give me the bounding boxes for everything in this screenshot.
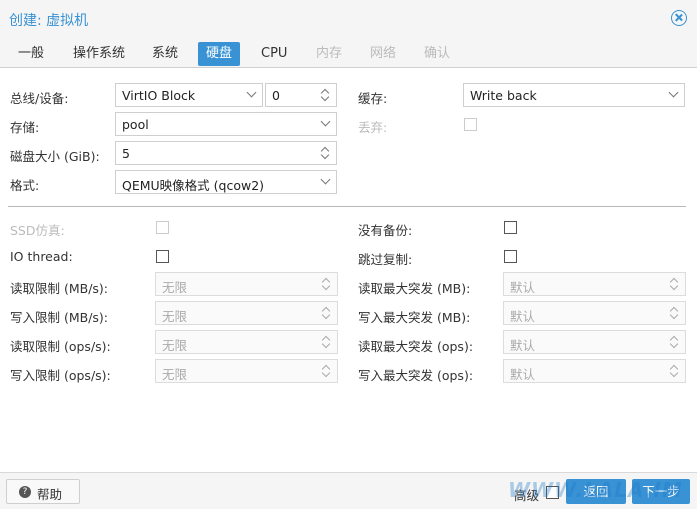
spinner-icon[interactable]: [320, 333, 332, 351]
write-burst-ops-value: 默认: [510, 367, 536, 382]
read-limit-mbs-label: 读取限制 (MB/s):: [10, 281, 109, 296]
read-limit-mbs-input[interactable]: 无限: [155, 272, 338, 296]
read-burst-ops-label: 读取最大突发 (ops):: [358, 339, 474, 354]
skip-replication-checkbox[interactable]: [504, 250, 517, 263]
disk-size-label: 磁盘大小 (GiB):: [10, 149, 100, 164]
advanced-label: 高级: [514, 488, 540, 503]
read-limit-ops-value: 无限: [162, 338, 188, 353]
write-burst-ops-label: 写入最大突发 (ops):: [358, 368, 474, 383]
write-burst-ops-input[interactable]: 默认: [503, 359, 686, 383]
skip-replication-label: 跳过复制:: [358, 252, 413, 267]
chevron-down-icon: [246, 87, 257, 98]
chevron-down-icon: [668, 87, 679, 98]
tab-cpu[interactable]: CPU: [253, 42, 295, 66]
no-backup-checkbox[interactable]: [504, 221, 517, 234]
chevron-down-icon: [320, 116, 331, 127]
help-button-label: 帮助: [37, 487, 63, 502]
disk-size-stepper[interactable]: 5: [115, 141, 337, 165]
back-button[interactable]: 返回: [566, 479, 626, 504]
bus-device-label: 总线/设备:: [10, 91, 69, 106]
format-select-value: QEMU映像格式 (qcow2): [122, 178, 265, 193]
close-icon[interactable]: [671, 10, 687, 26]
write-limit-ops-label: 写入限制 (ops/s):: [10, 368, 111, 383]
spinner-icon[interactable]: [668, 275, 680, 293]
cache-select-value: Write back: [470, 88, 537, 103]
storage-label: 存储:: [10, 120, 40, 135]
write-limit-ops-input[interactable]: 无限: [155, 359, 338, 383]
spinner-icon[interactable]: [320, 304, 332, 322]
discard-label: 丢弃:: [358, 120, 388, 135]
spinner-icon[interactable]: [320, 275, 332, 293]
tab-memory: 内存: [316, 46, 343, 61]
tab-general[interactable]: 一般: [10, 42, 52, 66]
ssd-emulation-label: SSD仿真:: [10, 223, 65, 238]
read-burst-mb-input[interactable]: 默认: [503, 272, 686, 296]
advanced-divider: [8, 206, 686, 207]
spinner-icon[interactable]: [320, 362, 332, 380]
cache-select[interactable]: Write back: [463, 83, 685, 107]
bus-select[interactable]: VirtIO Block: [115, 83, 263, 107]
spinner-icon[interactable]: [668, 304, 680, 322]
device-number-value: 0: [272, 88, 280, 103]
device-number-stepper[interactable]: 0: [265, 83, 337, 107]
window-titlebar: 创建: 虚拟机: [0, 0, 697, 38]
tab-system[interactable]: 系统: [144, 42, 186, 66]
dialog-footer: ? 帮助 高级 返回 下一步: [0, 472, 697, 509]
ssd-emulation-checkbox: [156, 221, 169, 234]
tab-disk[interactable]: 硬盘: [198, 42, 241, 66]
next-button[interactable]: 下一步: [632, 479, 690, 504]
format-label: 格式:: [10, 178, 40, 193]
cache-label: 缓存:: [358, 91, 388, 106]
read-burst-mb-value: 默认: [510, 280, 536, 295]
advanced-checkbox[interactable]: [546, 486, 559, 499]
write-limit-mbs-input[interactable]: 无限: [155, 301, 338, 325]
read-limit-ops-label: 读取限制 (ops/s):: [10, 339, 111, 354]
disk-size-value: 5: [122, 146, 130, 161]
read-burst-mb-label: 读取最大突发 (MB):: [358, 281, 471, 296]
tab-network: 网络: [370, 46, 397, 61]
spinner-icon[interactable]: [668, 333, 680, 351]
question-circle-icon: ?: [19, 486, 31, 498]
storage-select[interactable]: pool: [115, 112, 337, 136]
write-burst-mb-value: 默认: [510, 309, 536, 324]
write-limit-ops-value: 无限: [162, 367, 188, 382]
write-limit-mbs-label: 写入限制 (MB/s):: [10, 310, 109, 325]
read-burst-ops-input[interactable]: 默认: [503, 330, 686, 354]
window-title: 创建: 虚拟机: [9, 13, 89, 29]
spinner-icon[interactable]: [319, 144, 331, 162]
tab-os[interactable]: 操作系统: [65, 42, 133, 66]
format-select[interactable]: QEMU映像格式 (qcow2): [115, 170, 337, 194]
chevron-down-icon: [320, 174, 331, 185]
bus-select-value: VirtIO Block: [122, 88, 196, 103]
no-backup-label: 没有备份:: [358, 223, 413, 238]
help-button[interactable]: ? 帮助: [6, 479, 80, 504]
tab-confirm: 确认: [424, 46, 451, 61]
write-burst-mb-input[interactable]: 默认: [503, 301, 686, 325]
discard-checkbox: [464, 118, 477, 131]
io-thread-label: IO thread:: [10, 249, 73, 264]
io-thread-checkbox[interactable]: [156, 250, 169, 263]
spinner-icon[interactable]: [319, 86, 331, 104]
storage-select-value: pool: [122, 117, 149, 132]
read-limit-ops-input[interactable]: 无限: [155, 330, 338, 354]
write-burst-mb-label: 写入最大突发 (MB):: [358, 310, 471, 325]
tab-bar: 一般 操作系统 系统 硬盘 CPU 内存 网络 确认: [0, 38, 697, 68]
spinner-icon[interactable]: [668, 362, 680, 380]
read-burst-ops-value: 默认: [510, 338, 536, 353]
write-limit-mbs-value: 无限: [162, 309, 188, 324]
read-limit-mbs-value: 无限: [162, 280, 188, 295]
